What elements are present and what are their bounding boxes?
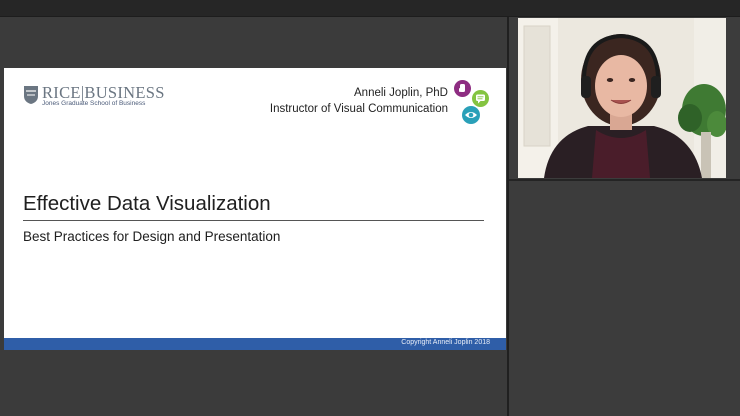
presenter-video-frame bbox=[518, 18, 726, 178]
top-bar bbox=[0, 0, 740, 16]
presenter-video[interactable] bbox=[518, 18, 726, 178]
instructor-name: Anneli Joplin, PhD bbox=[354, 87, 448, 99]
copyright-text: Copyright Anneli Joplin 2018 bbox=[401, 339, 490, 346]
logo-subtitle: Jones Graduate School of Business bbox=[42, 100, 146, 107]
rice-business-logo: RICE|BUSINESS Jones Graduate School of B… bbox=[23, 83, 164, 109]
video-tile-divider bbox=[509, 179, 740, 181]
speech-bubble-icon bbox=[472, 90, 489, 107]
eye-icon bbox=[462, 106, 480, 124]
owl-shield-icon bbox=[24, 86, 38, 104]
instructor-title: Instructor of Visual Communication bbox=[269, 103, 448, 115]
presentation-slide: RICE|BUSINESS Jones Graduate School of B… bbox=[4, 68, 506, 350]
slide-footer-bar: Copyright Anneli Joplin 2018 bbox=[4, 338, 506, 350]
title-rule bbox=[23, 220, 484, 221]
slide-subtitle: Best Practices for Design and Presentati… bbox=[23, 229, 281, 244]
slide-title: Effective Data Visualization bbox=[23, 192, 271, 215]
hand-icon bbox=[454, 80, 471, 97]
